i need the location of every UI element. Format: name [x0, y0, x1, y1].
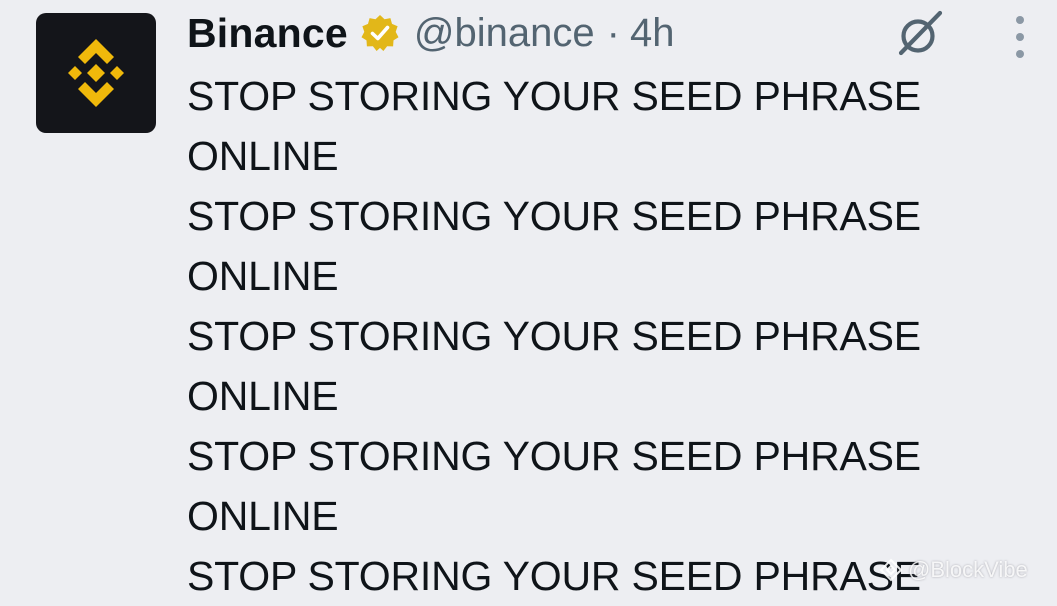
tweet-line: STOP STORING YOUR SEED PHRASE [187, 433, 921, 479]
tweet-line: ONLINE [187, 133, 339, 179]
tweet-line: STOP STORING YOUR SEED PHRASE [187, 73, 921, 119]
tweet-header: Binance @binance · 4h [187, 8, 674, 58]
more-dot [1016, 33, 1024, 41]
author-name[interactable]: Binance [187, 10, 348, 57]
grok-icon[interactable] [894, 8, 946, 58]
tweet-line: ONLINE [187, 493, 339, 539]
avatar[interactable] [36, 13, 156, 133]
tweet-line: ONLINE [187, 253, 339, 299]
binance-logo-icon [68, 39, 124, 107]
watermark-text: @BlockVibe [908, 557, 1028, 582]
binance-square-icon [879, 558, 903, 582]
tweet-text[interactable]: STOP STORING YOUR SEED PHRASE ONLINE STO… [187, 66, 987, 606]
more-dot [1016, 16, 1024, 24]
tweet-line: STOP STORING YOUR SEED PHRASE [187, 313, 921, 359]
watermark: @BlockVibe [878, 554, 1028, 586]
verified-badge-icon[interactable] [360, 13, 400, 53]
tweet-line: ONLINE [187, 373, 339, 419]
separator-dot: · [606, 10, 620, 55]
more-options-icon[interactable] [1008, 16, 1032, 58]
author-handle[interactable]: @binance [414, 11, 595, 56]
timestamp[interactable]: 4h [630, 11, 675, 56]
more-dot [1016, 50, 1024, 58]
tweet-line: STOP STORING YOUR SEED PHRASE [187, 193, 921, 239]
tweet-line: STOP STORING YOUR SEED PHRASE [187, 553, 921, 599]
